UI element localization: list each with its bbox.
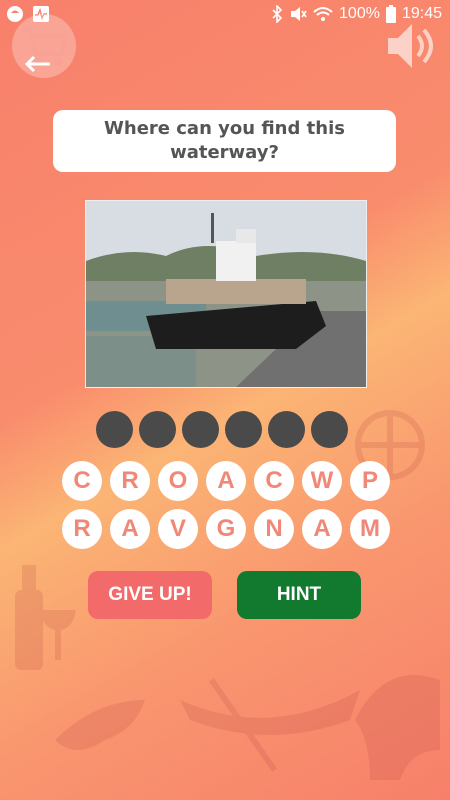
letter-row-1: C R O A C W P: [62, 461, 390, 501]
hint-button[interactable]: HINT: [237, 571, 361, 619]
letter-tile[interactable]: A: [206, 461, 246, 501]
mask-icon: [55, 700, 145, 750]
give-up-button[interactable]: GIVE UP!: [88, 571, 212, 619]
gondola-icon: [180, 678, 360, 772]
answer-slots: [96, 411, 354, 449]
speaker-icon: [388, 24, 433, 68]
letter-tile[interactable]: R: [110, 461, 150, 501]
letter-tile[interactable]: A: [110, 509, 150, 549]
puzzle-photo: [85, 200, 367, 388]
letter-tile[interactable]: G: [206, 509, 246, 549]
answer-slot[interactable]: [268, 411, 305, 448]
bluetooth-icon: [272, 5, 283, 23]
letter-tile[interactable]: N: [254, 509, 294, 549]
letter-tile[interactable]: C: [62, 461, 102, 501]
spartan-helmet-icon: [355, 675, 440, 780]
question-card: Where can you find this waterway?: [53, 110, 396, 172]
wine-bottle-icon: [15, 565, 76, 670]
letter-tile[interactable]: A: [302, 509, 342, 549]
answer-slot[interactable]: [182, 411, 219, 448]
letter-tile[interactable]: P: [350, 461, 390, 501]
wifi-icon: [313, 7, 333, 21]
battery-percent: 100%: [339, 5, 380, 22]
answer-slot[interactable]: [96, 411, 133, 448]
letter-tile[interactable]: C: [254, 461, 294, 501]
letter-tile[interactable]: V: [158, 509, 198, 549]
letter-tile[interactable]: W: [302, 461, 342, 501]
letter-row-2: R A V G N A M: [62, 509, 390, 549]
letter-tile[interactable]: O: [158, 461, 198, 501]
shop-back-button[interactable]: [12, 14, 76, 78]
letter-tile[interactable]: M: [350, 509, 390, 549]
mute-icon: [291, 7, 307, 21]
answer-slot[interactable]: [311, 411, 348, 448]
answer-slot[interactable]: [139, 411, 176, 448]
question-text: Where can you find this waterway?: [104, 118, 345, 163]
back-arrow-icon: [24, 55, 50, 73]
answer-slot[interactable]: [225, 411, 262, 448]
sound-toggle-button[interactable]: [382, 18, 438, 74]
ship-photo-illustration: [86, 201, 366, 387]
letter-tile[interactable]: R: [62, 509, 102, 549]
